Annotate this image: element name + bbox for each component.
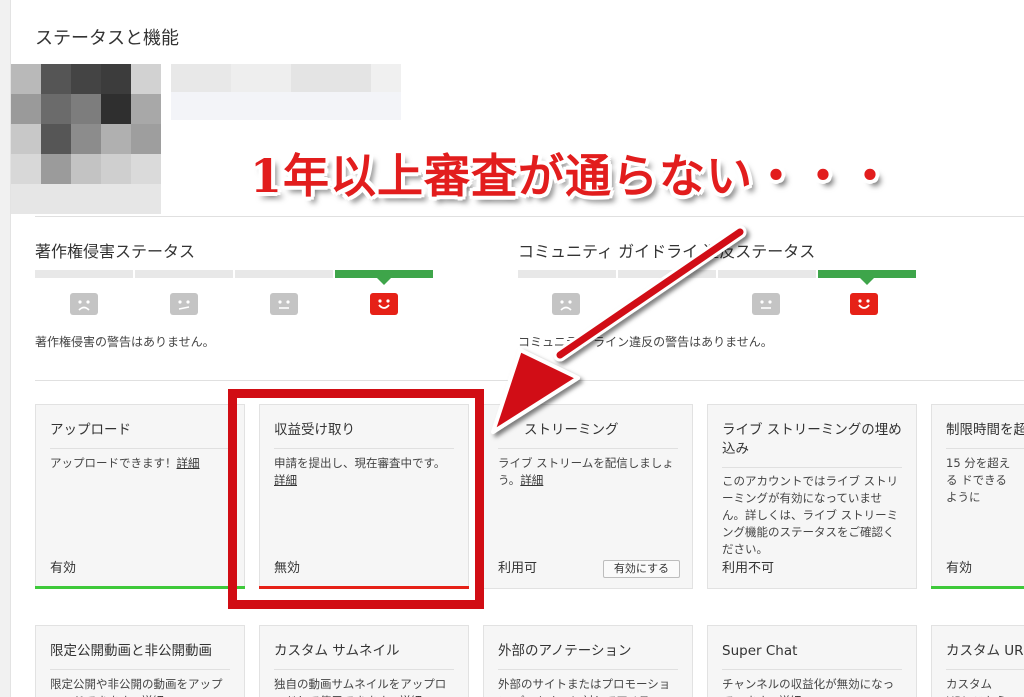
annotation-banner: 1年以上審査が通らない・・・ [250, 149, 895, 203]
annotation-arrow-icon [491, 225, 747, 434]
